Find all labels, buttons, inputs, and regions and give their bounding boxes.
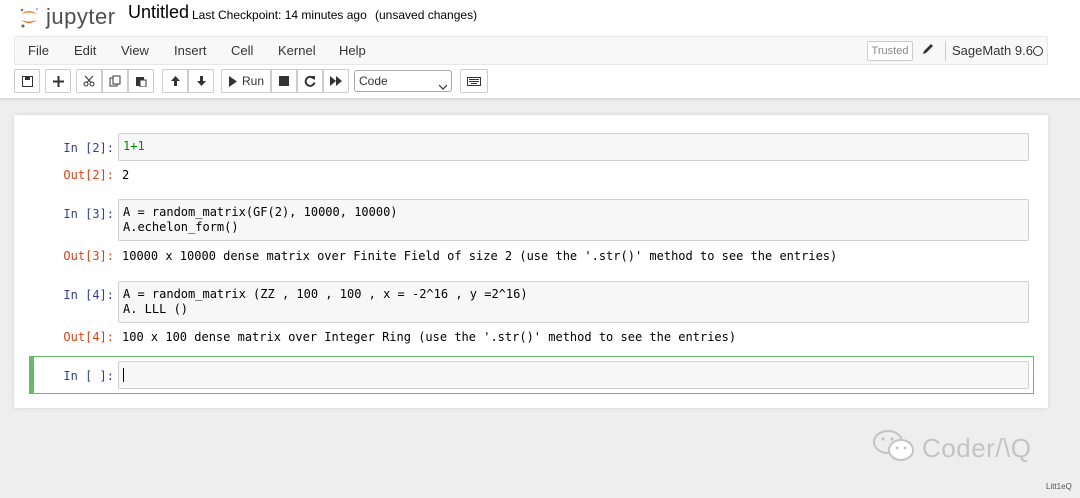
menu-file[interactable]: File [28, 43, 49, 58]
cell-type-value: Code [359, 74, 388, 88]
plus-icon [52, 75, 64, 87]
command-palette-button[interactable] [460, 69, 488, 93]
restart-icon [304, 75, 316, 87]
move-down-button[interactable] [188, 69, 214, 93]
run-button[interactable]: Run [221, 69, 271, 93]
autosave-status: (unsaved changes) [375, 8, 478, 22]
cell-type-select[interactable]: Code [354, 70, 452, 92]
code-line: A = random_matrix(GF(2), 10000, 10000) [123, 205, 398, 219]
run-label: Run [241, 74, 264, 88]
notebook-title[interactable]: Untitled [128, 2, 189, 23]
stop-icon [279, 76, 289, 86]
code-cell-input[interactable]: A = random_matrix(GF(2), 10000, 10000) A.… [118, 199, 1029, 241]
play-icon [228, 75, 237, 87]
cell-output: 100 x 100 dense matrix over Integer Ring… [122, 330, 737, 344]
cut-icon [83, 75, 95, 87]
menubar: File Edit View Insert Cell Kernel Help T… [14, 36, 1048, 65]
code-line: A. LLL () [123, 302, 189, 316]
input-prompt: In [ ]: [63, 369, 114, 383]
cut-button[interactable] [76, 69, 102, 93]
arrow-down-icon [196, 75, 207, 87]
input-prompt: In [3]: [63, 207, 114, 221]
paste-icon [135, 75, 147, 87]
menu-view[interactable]: View [121, 43, 149, 58]
notebook-header: jupyter Untitled Last Checkpoint: 14 min… [0, 0, 1080, 98]
output-prompt: Out[4]: [63, 330, 114, 344]
output-prompt: Out[2]: [63, 168, 114, 182]
code-line: 1+1 [123, 139, 145, 153]
kernel-name[interactable]: SageMath 9.6 [952, 43, 1033, 58]
keyboard-icon [467, 76, 481, 86]
cell-output: 10000 x 10000 dense matrix over Finite F… [122, 249, 838, 263]
menu-kernel[interactable]: Kernel [278, 43, 316, 58]
notebook-container: In [2]: 1+1 Out[2]: 2 In [3]: A = random… [14, 115, 1048, 408]
cell-output: 2 [122, 168, 130, 182]
code-line: A.echelon_form() [123, 220, 239, 234]
credit-text: Litt1eQ [1046, 482, 1072, 491]
code-line: A = random_matrix (ZZ , 100 , 100 , x = … [123, 287, 528, 301]
menu-insert[interactable]: Insert [174, 43, 207, 58]
pencil-icon[interactable] [921, 42, 937, 58]
jupyter-logo-icon [18, 6, 40, 28]
watermark: Coder/\Q [872, 428, 1052, 468]
wechat-icon [872, 428, 916, 469]
arrow-up-icon [170, 75, 181, 87]
code-cell-input[interactable]: A = random_matrix (ZZ , 100 , 100 , x = … [118, 281, 1029, 323]
text-cursor [123, 367, 124, 382]
paste-button[interactable] [128, 69, 154, 93]
copy-button[interactable] [102, 69, 128, 93]
chevron-down-icon [438, 77, 448, 90]
output-prompt: Out[3]: [63, 249, 114, 263]
menu-help[interactable]: Help [339, 43, 366, 58]
restart-button[interactable] [297, 69, 323, 93]
kernel-idle-icon [1033, 46, 1043, 56]
toolbar: Run Code [14, 69, 494, 93]
menu-edit[interactable]: Edit [74, 43, 96, 58]
watermark-text: Coder/\Q [922, 432, 1032, 463]
restart-run-all-button[interactable] [323, 69, 349, 93]
code-cell-input-active[interactable] [118, 361, 1029, 389]
menu-cell[interactable]: Cell [231, 43, 253, 58]
jupyter-logo[interactable]: jupyter [18, 3, 116, 31]
trusted-indicator[interactable]: Trusted [867, 41, 913, 61]
save-icon [21, 75, 33, 87]
fast-forward-icon [330, 76, 342, 86]
copy-icon [109, 75, 121, 87]
code-cell-input[interactable]: 1+1 [118, 133, 1029, 161]
interrupt-button[interactable] [271, 69, 297, 93]
input-prompt: In [4]: [63, 288, 114, 302]
divider [945, 41, 946, 61]
checkpoint-status: Last Checkpoint: 14 minutes ago [192, 8, 367, 22]
input-prompt: In [2]: [63, 141, 114, 155]
save-button[interactable] [14, 69, 40, 93]
move-up-button[interactable] [162, 69, 188, 93]
logo-text: jupyter [46, 4, 116, 29]
insert-cell-button[interactable] [45, 69, 71, 93]
